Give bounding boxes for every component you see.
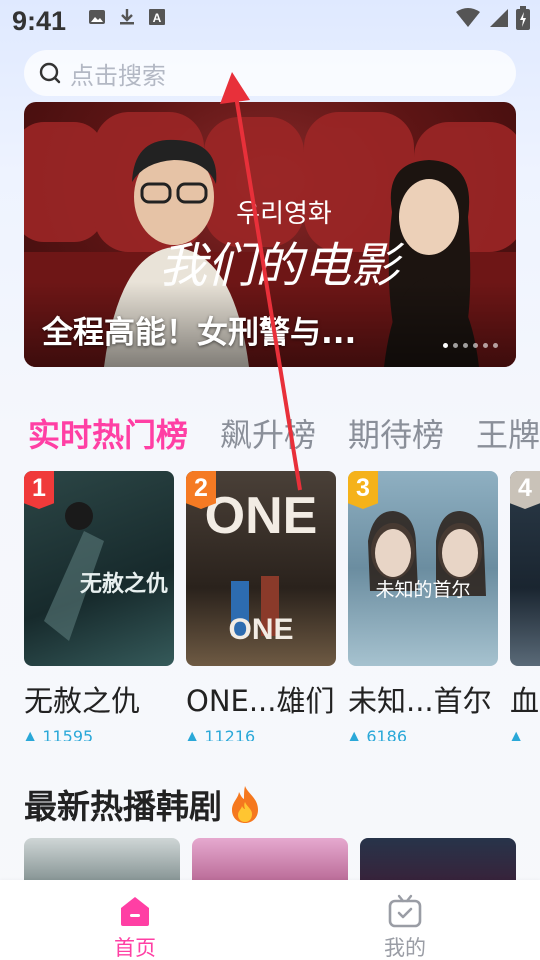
card-title: 未知...首尔 (348, 684, 492, 718)
card-poster: ONE ONE 2 (186, 471, 336, 666)
card-poster: 无赦之仇 1 (24, 471, 174, 666)
pagination-dot (453, 343, 458, 348)
rank-tabs: 实时热门榜 飙升榜 期待榜 王牌 (28, 410, 540, 456)
rank-badge: 3 (348, 471, 378, 509)
heat-value: 11595 (42, 730, 94, 741)
card-heat: ▲ (510, 730, 540, 741)
search-bar[interactable]: 点击搜索 (24, 50, 516, 96)
card-heat: ▲ 11216 (186, 730, 336, 741)
status-time: 9:41 (12, 6, 67, 36)
heat-arrow-icon: ▲ (510, 730, 523, 741)
tv-icon (388, 894, 422, 928)
search-icon (39, 62, 61, 84)
rank-card-list: 无赦之仇 1 无赦之仇 ▲ 11595 ONE ONE 2 ONE...雄们 ▲ 1… (24, 471, 540, 741)
poster-text: 无赦之仇 (80, 571, 168, 597)
status-bar: 9:41 A (0, 0, 540, 44)
nav-label-mine: 我的 (384, 936, 426, 960)
rank-badge: 1 (24, 471, 54, 509)
rank-card[interactable]: 未知的首尔 3 未知...首尔 ▲ 6186 (348, 471, 498, 741)
nav-label-home: 首页 (114, 936, 156, 960)
poster-text: ONE (205, 487, 318, 545)
signal-icon (490, 9, 508, 27)
rank-badge: 4 (510, 471, 540, 509)
heat-arrow-icon: ▲ (24, 730, 37, 741)
pagination-dot (473, 343, 478, 348)
card-heat: ▲ 11595 (24, 730, 174, 741)
poster-text: 未知的首尔 (375, 579, 470, 601)
pagination-dot (483, 343, 488, 348)
card-title: 血 (510, 684, 540, 718)
poster-text-secondary: ONE (228, 613, 293, 646)
pagination-dot (463, 343, 468, 348)
banner-art-caption-korean: 우리영화 (236, 199, 332, 229)
card-poster: 4 (510, 471, 540, 666)
section-title-text: 最新热播韩剧 (24, 787, 222, 826)
banner-title: 全程高能！女刑警与... (42, 315, 357, 351)
heat-arrow-icon: ▲ (186, 730, 199, 741)
fire-icon (232, 786, 258, 823)
rank-badge: 2 (186, 471, 216, 509)
card-title: 无赦之仇 (24, 684, 141, 718)
nav-mine[interactable]: 我的 (345, 894, 465, 960)
card-poster: 未知的首尔 3 (348, 471, 498, 666)
heat-arrow-icon: ▲ (348, 730, 361, 741)
tab-ace[interactable]: 王牌 (476, 410, 540, 456)
svg-text:A: A (153, 11, 162, 25)
download-icon (120, 9, 134, 25)
card-heat: ▲ 6186 (348, 730, 498, 741)
status-notification-icons: A (88, 8, 166, 26)
tab-realtime-hot[interactable]: 实时热门榜 (28, 410, 188, 456)
nav-home[interactable]: 首页 (75, 894, 195, 960)
tab-rising[interactable]: 飙升榜 (220, 410, 316, 456)
rank-card[interactable]: 无赦之仇 1 无赦之仇 ▲ 11595 (24, 471, 174, 741)
heat-value: 11216 (204, 730, 256, 741)
pagination-dot-active (443, 343, 448, 348)
a-icon: A (149, 9, 165, 25)
section-title: 最新热播韩剧 (24, 780, 262, 828)
search-placeholder: 点击搜索 (70, 61, 166, 90)
pagination-dot (493, 343, 498, 348)
home-icon (121, 897, 149, 926)
banner-carousel[interactable]: 우리영화 我们的电影 全程高能！女刑警与... (24, 102, 516, 367)
banner-pagination (443, 343, 498, 348)
bottom-navigation: 首页 我的 (0, 880, 540, 960)
wifi-icon (456, 8, 480, 27)
status-system-icons (456, 6, 530, 30)
battery-icon (516, 6, 530, 30)
heat-value: 6186 (366, 730, 408, 741)
rank-card[interactable]: 4 血 ▲ (510, 471, 540, 741)
tab-anticipated[interactable]: 期待榜 (348, 410, 444, 456)
card-title: ONE...雄们 (186, 684, 335, 718)
image-icon (89, 10, 105, 24)
rank-card[interactable]: ONE ONE 2 ONE...雄们 ▲ 11216 (186, 471, 336, 741)
